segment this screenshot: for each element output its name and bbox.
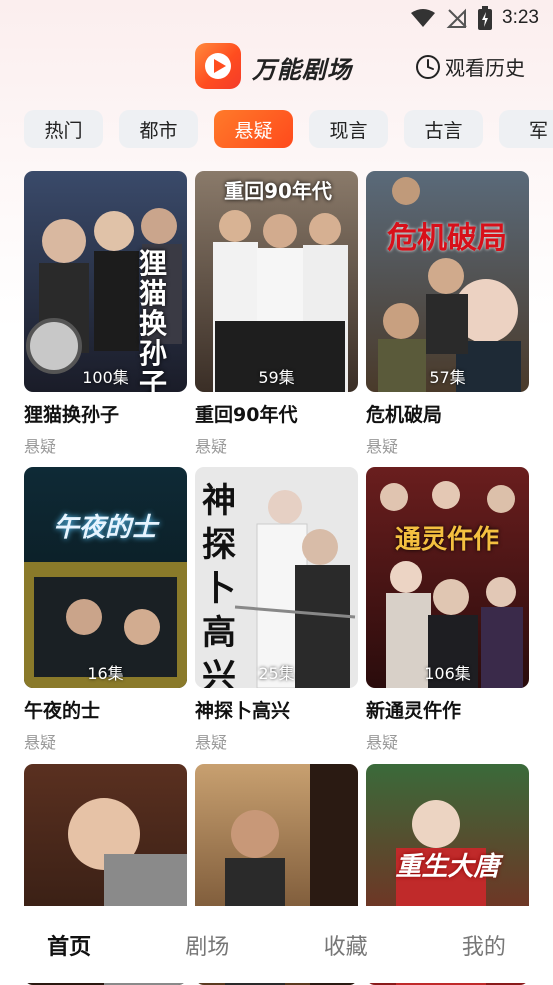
- drama-title: 重回90年代: [195, 404, 298, 426]
- drama-card[interactable]: 午夜的士 16集 午夜的士 悬疑: [24, 467, 187, 753]
- nav-theater[interactable]: 剧场: [138, 929, 276, 961]
- status-bar: 3:23: [0, 0, 553, 36]
- poster-title-art: 危机破局: [387, 221, 507, 256]
- drama-title: 狸猫换孙子: [24, 404, 120, 426]
- watch-history-label: 观看历史: [445, 56, 525, 80]
- drama-poster[interactable]: 危机破局 57集: [366, 171, 529, 392]
- drama-title: 危机破局: [366, 404, 443, 426]
- app-title: 万能剧场: [252, 56, 352, 84]
- nav-home[interactable]: 首页: [0, 929, 138, 961]
- drama-title: 神探卜高兴: [195, 700, 291, 722]
- episode-count: 16集: [87, 664, 124, 683]
- episode-count: 59集: [258, 368, 295, 387]
- play-logo-icon: [205, 53, 231, 79]
- drama-poster[interactable]: 神探卜高兴 25集: [195, 467, 358, 688]
- drama-genre: 悬疑: [366, 437, 399, 456]
- poster-image: [195, 171, 358, 392]
- poster-title-art: 重回90年代: [224, 179, 332, 203]
- tab-ancient-romance[interactable]: 古言: [404, 110, 483, 148]
- episode-count: 57集: [429, 368, 466, 387]
- episode-count: 106集: [424, 664, 471, 683]
- no-signal-icon: [446, 8, 467, 28]
- drama-poster[interactable]: 重回90年代 59集: [195, 171, 358, 392]
- tab-hot[interactable]: 热门: [24, 110, 103, 148]
- drama-poster[interactable]: 狸猫换孙子 100集: [24, 171, 187, 392]
- status-icons: 3:23: [410, 6, 539, 30]
- nav-favorites[interactable]: 收藏: [277, 929, 415, 961]
- drama-card[interactable]: 神探卜高兴 25集 神探卜高兴 悬疑: [195, 467, 358, 753]
- wifi-icon: [411, 9, 436, 27]
- nav-profile[interactable]: 我的: [415, 929, 553, 961]
- poster-title-art: 通灵仵作: [394, 525, 499, 555]
- drama-title: 午夜的士: [24, 700, 101, 722]
- drama-poster[interactable]: 午夜的士 16集: [24, 467, 187, 688]
- poster-title-art: 神探卜高兴: [202, 481, 236, 688]
- drama-title: 新通灵仵作: [366, 700, 462, 722]
- poster-title-art: 午夜的士: [52, 513, 157, 543]
- drama-genre: 悬疑: [366, 733, 399, 752]
- drama-card[interactable]: 通灵仵作 106集 新通灵仵作 悬疑: [366, 467, 529, 753]
- drama-card[interactable]: 危机破局 57集 危机破局 悬疑: [366, 171, 529, 457]
- tab-military[interactable]: 军: [499, 110, 553, 148]
- poster-title-art: 重生大唐: [395, 852, 500, 882]
- drama-card[interactable]: 狸猫换孙子 100集 狸猫换孙子 悬疑: [24, 171, 187, 457]
- episode-count: 25集: [258, 664, 295, 683]
- drama-genre: 悬疑: [195, 437, 228, 456]
- poster-image: [24, 467, 187, 688]
- bottom-nav: 首页 剧场 收藏 我的: [0, 906, 553, 983]
- tab-urban[interactable]: 都市: [119, 110, 198, 148]
- app-logo: [195, 43, 241, 89]
- drama-genre: 悬疑: [195, 733, 228, 752]
- tab-modern-romance[interactable]: 现言: [309, 110, 388, 148]
- drama-poster[interactable]: 通灵仵作 106集: [366, 467, 529, 688]
- poster-image: [366, 171, 529, 392]
- battery-charging-icon: [478, 6, 493, 30]
- status-time: 3:23: [502, 7, 539, 28]
- category-tabs: 热门 都市 悬疑 现言 古言 军: [24, 110, 553, 150]
- clock-icon: [416, 54, 440, 79]
- app-header: 万能剧场 观看历史: [0, 40, 553, 94]
- drama-genre: 悬疑: [24, 733, 57, 752]
- drama-card[interactable]: 重回90年代 59集 重回90年代 悬疑: [195, 171, 358, 457]
- tab-suspense[interactable]: 悬疑: [214, 110, 293, 148]
- drama-genre: 悬疑: [24, 437, 57, 456]
- watch-history-button[interactable]: 观看历史: [415, 52, 525, 81]
- poster-image: [366, 467, 529, 688]
- episode-count: 100集: [82, 368, 129, 387]
